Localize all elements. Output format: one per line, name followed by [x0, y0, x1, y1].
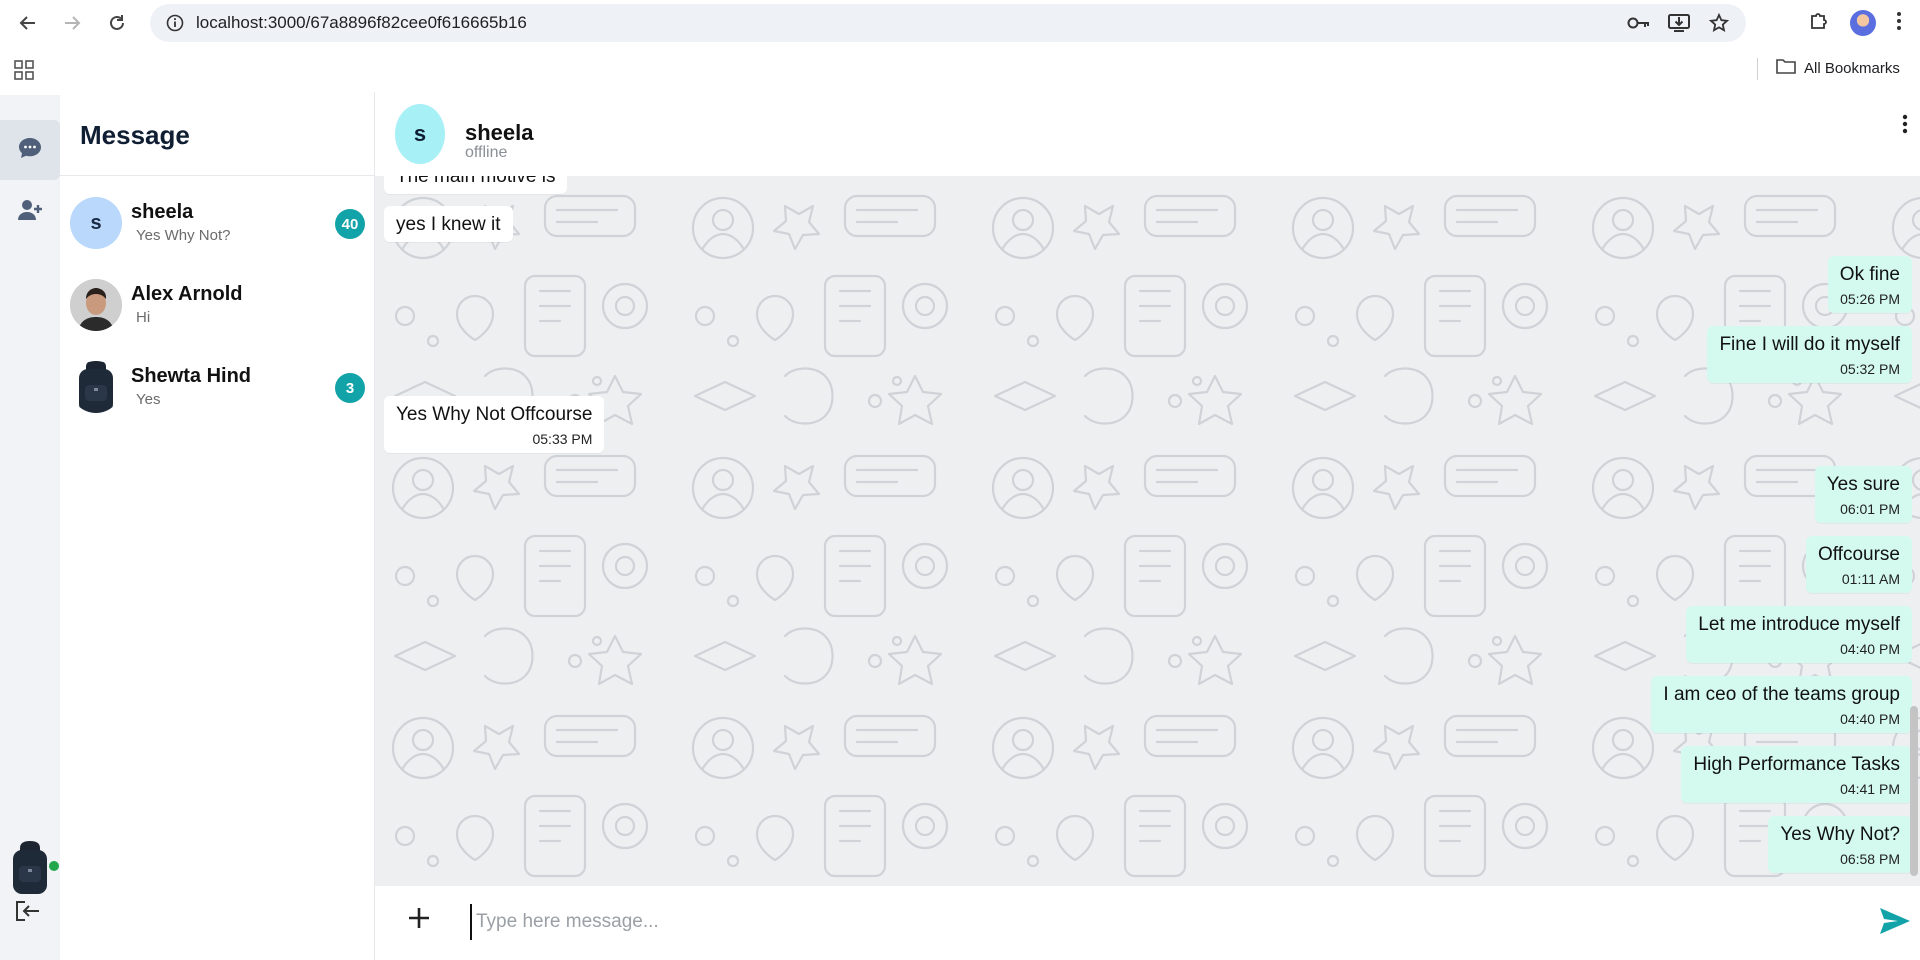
chat-app: Message s sheela Yes Why Not? 40 Alex Ar…: [0, 92, 1920, 960]
rail-chats[interactable]: [0, 120, 60, 180]
message-text: Yes sure: [1826, 474, 1900, 495]
message-bubble: I am ceo of the teams group 04:40 PM: [1651, 676, 1912, 733]
all-bookmarks-label: All Bookmarks: [1804, 59, 1900, 77]
chat-header: s sheela offline: [375, 92, 1920, 176]
avatar[interactable]: s: [395, 104, 445, 164]
address-bar[interactable]: localhost:3000/67a8896f82cee0f616665b16: [150, 4, 1746, 42]
all-bookmarks-button[interactable]: All Bookmarks: [1776, 58, 1900, 78]
online-status-dot: [49, 861, 59, 871]
contact-preview: Yes Why Not?: [136, 227, 231, 244]
plus-icon[interactable]: [407, 906, 431, 935]
sidebar-divider: [60, 175, 375, 176]
message-text: The main motive is: [396, 176, 556, 187]
bookmarks-divider: [1757, 58, 1758, 80]
contact-item[interactable]: s sheela Yes Why Not? 40: [60, 187, 375, 267]
message-bubble: Offcourse 01:11 AM: [1805, 536, 1912, 593]
kebab-icon[interactable]: [1896, 11, 1902, 36]
message-bubble: Let me introduce myself 04:40 PM: [1686, 606, 1912, 663]
message-bubble: The main motive is: [384, 176, 568, 194]
message-time: 05:26 PM: [1840, 291, 1900, 307]
message-time: 04:40 PM: [1840, 641, 1900, 657]
message-text: yes I knew it: [396, 214, 501, 235]
message-bubble: Yes sure 06:01 PM: [1814, 466, 1912, 523]
back-arrow-icon[interactable]: [8, 3, 48, 43]
contact-name: Shewta Hind: [131, 365, 252, 387]
forward-arrow-icon[interactable]: [52, 3, 92, 43]
unread-badge: 40: [335, 209, 365, 239]
message-bubble: High Performance Tasks 04:41 PM: [1681, 746, 1912, 803]
avatar: [70, 361, 122, 413]
contact-item[interactable]: Alex Arnold Hi: [60, 269, 375, 349]
logout-icon[interactable]: [15, 900, 41, 927]
avatar: s: [70, 197, 122, 249]
chat-contact-status: offline: [465, 144, 508, 161]
sidebar-title: Message: [80, 120, 190, 150]
puzzle-icon[interactable]: [1808, 10, 1830, 37]
add-user-icon: [17, 199, 43, 226]
avatar: [70, 279, 122, 331]
rail-add-user[interactable]: [0, 182, 60, 242]
chat-bubble-icon: [17, 136, 43, 165]
message-list[interactable]: The main motive is yes I knew it Ok fine…: [375, 176, 1920, 886]
message-time: 05:33 PM: [532, 431, 593, 447]
message-time: 05:32 PM: [1840, 361, 1900, 377]
profile-avatar[interactable]: [1850, 10, 1876, 36]
contact-name: Alex Arnold: [131, 283, 243, 305]
kebab-icon[interactable]: [1902, 114, 1908, 139]
message-composer: [375, 886, 1920, 960]
message-bubble: Fine I will do it myself 05:32 PM: [1707, 326, 1912, 383]
message-time: 06:58 PM: [1840, 851, 1900, 867]
folder-icon: [1776, 58, 1796, 78]
message-time: 04:41 PM: [1840, 781, 1900, 797]
install-icon[interactable]: [1666, 10, 1692, 36]
browser-toolbar: localhost:3000/67a8896f82cee0f616665b16: [0, 0, 1920, 46]
send-icon[interactable]: [1878, 906, 1912, 941]
key-icon[interactable]: [1626, 10, 1652, 36]
nav-rail: [0, 95, 60, 960]
message-text: Let me introduce myself: [1698, 614, 1900, 635]
apps-grid-icon[interactable]: [14, 60, 34, 85]
message-time: 06:01 PM: [1840, 501, 1900, 517]
message-time: 04:40 PM: [1840, 711, 1900, 727]
contact-preview: Hi: [136, 309, 151, 326]
contact-preview: Yes: [136, 391, 161, 408]
contact-name: sheela: [131, 201, 194, 223]
star-icon[interactable]: [1706, 10, 1732, 36]
message-text: Yes Why Not Offcourse: [396, 404, 593, 425]
message-text: Fine I will do it myself: [1719, 334, 1900, 355]
message-time: 01:11 AM: [1841, 571, 1900, 587]
reload-icon[interactable]: [97, 3, 137, 43]
message-text: Ok fine: [1839, 264, 1900, 285]
conversation-sidebar: Message s sheela Yes Why Not? 40 Alex Ar…: [60, 92, 375, 960]
chat-contact-name: sheela: [465, 120, 534, 145]
message-text: Yes Why Not?: [1780, 824, 1900, 845]
message-bubble: Yes Why Not Offcourse 05:33 PM: [384, 396, 605, 453]
message-text: Offcourse: [1817, 544, 1900, 565]
message-text: High Performance Tasks: [1693, 754, 1900, 775]
bookmarks-bar: All Bookmarks: [0, 46, 1920, 92]
my-avatar[interactable]: [8, 840, 52, 896]
message-text: I am ceo of the teams group: [1663, 684, 1900, 705]
message-input[interactable]: [470, 904, 1770, 940]
url-text: localhost:3000/67a8896f82cee0f616665b16: [196, 13, 527, 32]
message-bubble: Ok fine 05:26 PM: [1827, 256, 1912, 313]
unread-badge: 3: [335, 373, 365, 403]
scrollbar[interactable]: [1910, 706, 1918, 876]
message-bubble: yes I knew it: [384, 206, 513, 242]
contact-item[interactable]: Shewta Hind Yes 3: [60, 351, 375, 431]
message-bubble: Yes Why Not? 06:58 PM: [1768, 816, 1912, 873]
site-info-icon[interactable]: [164, 12, 186, 34]
